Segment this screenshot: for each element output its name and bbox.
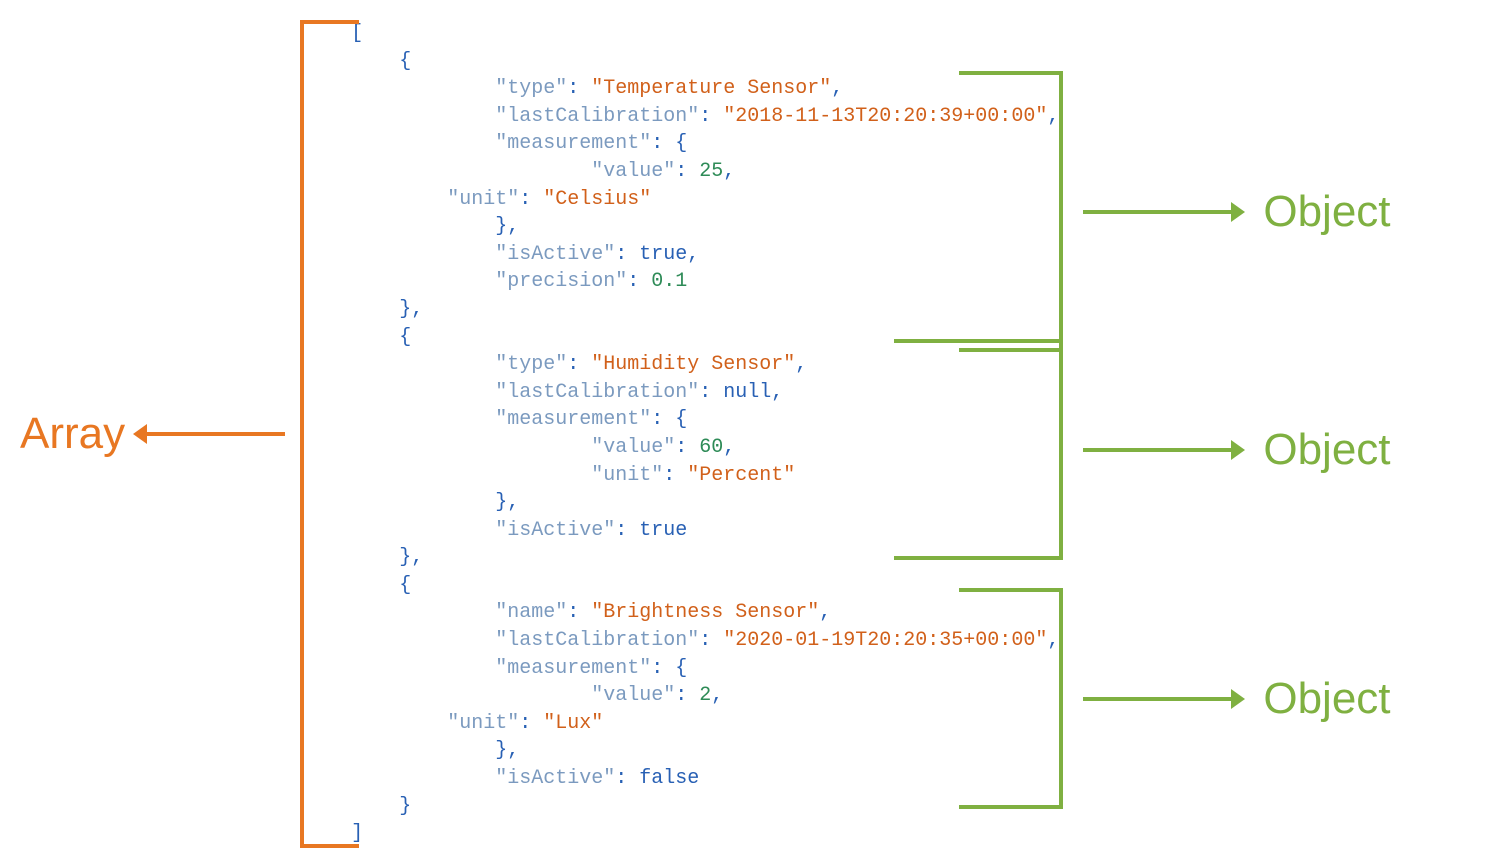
code-line: }, <box>351 737 1059 765</box>
object-annotation-3: Object <box>959 592 1390 805</box>
diagram-container: Array [ { "type": "Temperature Sensor", … <box>20 20 1478 848</box>
code-line: [ <box>351 20 1059 48</box>
object-annotation-2: Object <box>894 343 1390 556</box>
array-label: Array <box>20 409 125 459</box>
code-line: "unit": "Lux" <box>351 710 1059 738</box>
object-annotation-1: Object <box>959 75 1390 348</box>
code-line: "precision": 0.1 <box>351 268 1059 296</box>
array-annotation: Array <box>20 20 300 848</box>
object-arrow-icon <box>1083 210 1233 214</box>
code-line: "name": "Brightness Sensor", <box>351 599 1059 627</box>
code-line: }, <box>351 296 1059 324</box>
code-line: "measurement": { <box>351 130 1059 158</box>
code-line: { <box>351 48 1059 76</box>
object-label: Object <box>1263 425 1390 475</box>
code-line: }, <box>351 213 1059 241</box>
code-line: "isActive": false <box>351 765 1059 793</box>
code-line: "unit": "Celsius" <box>351 186 1059 214</box>
code-line: { <box>351 572 1059 600</box>
code-line: ] <box>351 820 1059 848</box>
code-line: "type": "Temperature Sensor", <box>351 75 1059 103</box>
object-bracket-icon <box>959 71 1063 352</box>
array-bracket-icon <box>300 20 359 848</box>
code-line: "value": 2, <box>351 682 1059 710</box>
object-arrow-icon <box>1083 448 1233 452</box>
code-line: "measurement": { <box>351 655 1059 683</box>
array-bracket-column <box>300 20 346 848</box>
code-line: } <box>351 793 1059 821</box>
object-bracket-icon <box>959 588 1063 809</box>
object-arrow-icon <box>1083 697 1233 701</box>
object-label: Object <box>1263 187 1390 237</box>
object-label: Object <box>1263 674 1390 724</box>
object-annotations-column: Object Object Object <box>1059 20 1478 848</box>
object-bracket-icon <box>894 339 1063 560</box>
code-line: "value": 25, <box>351 158 1059 186</box>
code-line: "isActive": true, <box>351 241 1059 269</box>
code-line: "lastCalibration": "2020-01-19T20:20:35+… <box>351 627 1059 655</box>
code-line: "lastCalibration": "2018-11-13T20:20:39+… <box>351 103 1059 131</box>
array-arrow-icon <box>145 432 285 436</box>
